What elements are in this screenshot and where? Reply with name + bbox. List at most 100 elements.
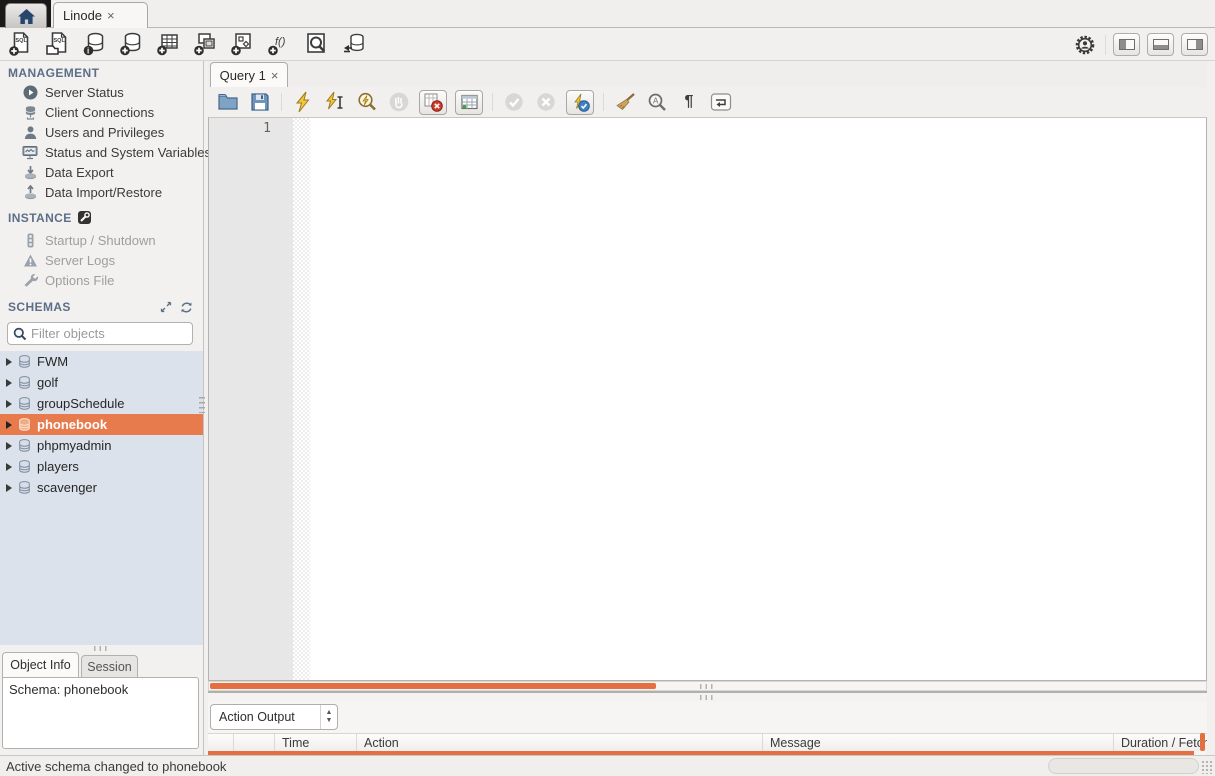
connection-tab[interactable]: Linode ×	[53, 2, 148, 28]
editor-hscrollbar-thumb[interactable]	[210, 683, 656, 689]
editor-marker-strip	[293, 118, 310, 680]
toggle-right-sidebar-icon[interactable]	[1181, 33, 1208, 56]
col-action[interactable]: Action	[357, 734, 763, 751]
schema-row-fwm[interactable]: FWM	[0, 351, 203, 372]
sql-editor[interactable]: 1	[208, 117, 1207, 681]
tab-session[interactable]: Session	[81, 655, 138, 677]
explain-icon[interactable]	[355, 90, 379, 114]
expander-icon[interactable]	[6, 421, 12, 429]
col-status[interactable]	[208, 734, 234, 751]
col-duration[interactable]: Duration / Fetch	[1114, 734, 1207, 751]
schema-row-groupschedule[interactable]: groupSchedule	[0, 393, 203, 414]
create-view-icon[interactable]	[192, 31, 219, 58]
server-status-icon	[22, 85, 38, 100]
create-procedure-icon[interactable]	[229, 31, 256, 58]
progress-indicator	[1048, 758, 1199, 774]
create-function-icon[interactable]: f()	[266, 31, 293, 58]
data-import-icon	[22, 185, 38, 200]
commit-icon[interactable]	[502, 90, 526, 114]
beautify-icon[interactable]	[613, 90, 637, 114]
expander-icon[interactable]	[6, 442, 12, 450]
expand-schemas-icon[interactable]	[160, 301, 172, 314]
schema-icon	[18, 376, 31, 389]
sidebar-item-options-file[interactable]: Options File	[0, 270, 204, 290]
sidebar-splitter-grip[interactable]	[199, 397, 205, 413]
schema-row-players[interactable]: players	[0, 456, 203, 477]
find-icon[interactable]: A	[645, 90, 669, 114]
wrench-badge-icon	[78, 211, 91, 224]
toggle-bottom-panel-icon[interactable]	[1147, 33, 1174, 56]
schema-filter-input[interactable]	[31, 326, 181, 341]
expander-icon[interactable]	[6, 484, 12, 492]
col-time[interactable]: Time	[275, 734, 357, 751]
schema-row-scavenger[interactable]: scavenger	[0, 477, 203, 498]
sidebar-item-server-logs[interactable]: Server Logs	[0, 250, 204, 270]
line-number: 1	[263, 121, 271, 136]
svg-text:SQL: SQL	[16, 38, 28, 44]
sidebar-item-client-connections[interactable]: Client Connections	[0, 102, 204, 122]
toggle-stop-on-error-icon[interactable]	[419, 90, 447, 115]
execute-icon[interactable]	[291, 90, 315, 114]
main-toolbar: SQL SQL i	[0, 28, 1215, 61]
sidebar-item-users-privileges[interactable]: Users and Privileges	[0, 122, 204, 142]
col-index[interactable]	[234, 734, 275, 751]
limit-rows-icon[interactable]	[455, 90, 483, 115]
search-table-data-icon[interactable]	[303, 31, 330, 58]
admin-gear-icon[interactable]	[1071, 31, 1098, 58]
create-schema-icon[interactable]	[118, 31, 145, 58]
inspect-database-icon[interactable]: i	[81, 31, 108, 58]
query-tab[interactable]: Query 1 ×	[210, 62, 288, 87]
sidebar-item-startup-shutdown[interactable]: Startup / Shutdown	[0, 230, 204, 250]
query-tab-close-icon[interactable]: ×	[271, 69, 279, 82]
schema-icon	[18, 460, 31, 473]
schema-row-golf[interactable]: golf	[0, 372, 203, 393]
query-area: Query 1 ×	[208, 61, 1207, 755]
open-sql-script-icon[interactable]: SQL	[44, 31, 71, 58]
sidebar-item-server-status[interactable]: Server Status	[0, 82, 204, 102]
schema-row-phonebook[interactable]: phonebook	[0, 414, 203, 435]
output-splitter[interactable]	[208, 691, 1207, 702]
rollback-icon[interactable]	[534, 90, 558, 114]
svg-text:SQL: SQL	[53, 38, 65, 44]
expander-icon[interactable]	[6, 400, 12, 408]
new-sql-tab-icon[interactable]: SQL	[7, 31, 34, 58]
resize-grip[interactable]	[1201, 760, 1213, 774]
home-tab[interactable]	[5, 3, 47, 28]
col-message[interactable]: Message	[763, 734, 1114, 751]
output-view-selector[interactable]: Action Output ▲▼	[210, 704, 338, 730]
sidebar-item-data-export[interactable]: Data Export	[0, 162, 204, 182]
refresh-schemas-icon[interactable]	[180, 301, 193, 314]
connection-tab-close-icon[interactable]: ×	[107, 9, 115, 22]
tab-object-info[interactable]: Object Info	[2, 652, 79, 677]
execute-current-statement-icon[interactable]	[323, 90, 347, 114]
sidebar-item-status-variables[interactable]: Status and System Variables	[0, 142, 204, 162]
open-script-icon[interactable]	[216, 90, 240, 114]
expander-icon[interactable]	[6, 358, 12, 366]
info-panel-splitter[interactable]	[0, 645, 203, 652]
expander-icon[interactable]	[6, 379, 12, 387]
sidebar-item-data-import[interactable]: Data Import/Restore	[0, 182, 204, 202]
expander-icon[interactable]	[6, 463, 12, 471]
startup-shutdown-icon	[22, 233, 38, 248]
wrap-text-icon[interactable]	[709, 90, 733, 114]
show-invisibles-icon[interactable]: ¶	[677, 90, 701, 114]
search-icon	[13, 327, 27, 341]
schema-row-phpmyadmin[interactable]: phpmyadmin	[0, 435, 203, 456]
output-grid-vscrollbar[interactable]	[1200, 733, 1205, 751]
toggle-left-sidebar-icon[interactable]	[1113, 33, 1140, 56]
editor-hscrollbar[interactable]	[208, 681, 1207, 691]
spinner-arrows-icon[interactable]: ▲▼	[320, 705, 337, 729]
editor-splitter-grip[interactable]	[700, 684, 716, 689]
schema-filter[interactable]	[7, 322, 193, 345]
create-table-icon[interactable]	[155, 31, 182, 58]
status-variables-icon	[22, 145, 38, 160]
toggle-autocommit-icon[interactable]	[566, 90, 594, 115]
save-script-icon[interactable]	[248, 90, 272, 114]
schema-icon	[18, 397, 31, 410]
schema-icon	[18, 481, 31, 494]
svg-text:f(): f()	[275, 36, 286, 48]
stop-query-icon[interactable]	[387, 90, 411, 114]
reconnect-dbms-icon[interactable]	[340, 31, 367, 58]
data-export-icon	[22, 165, 38, 180]
schema-icon	[18, 355, 31, 368]
